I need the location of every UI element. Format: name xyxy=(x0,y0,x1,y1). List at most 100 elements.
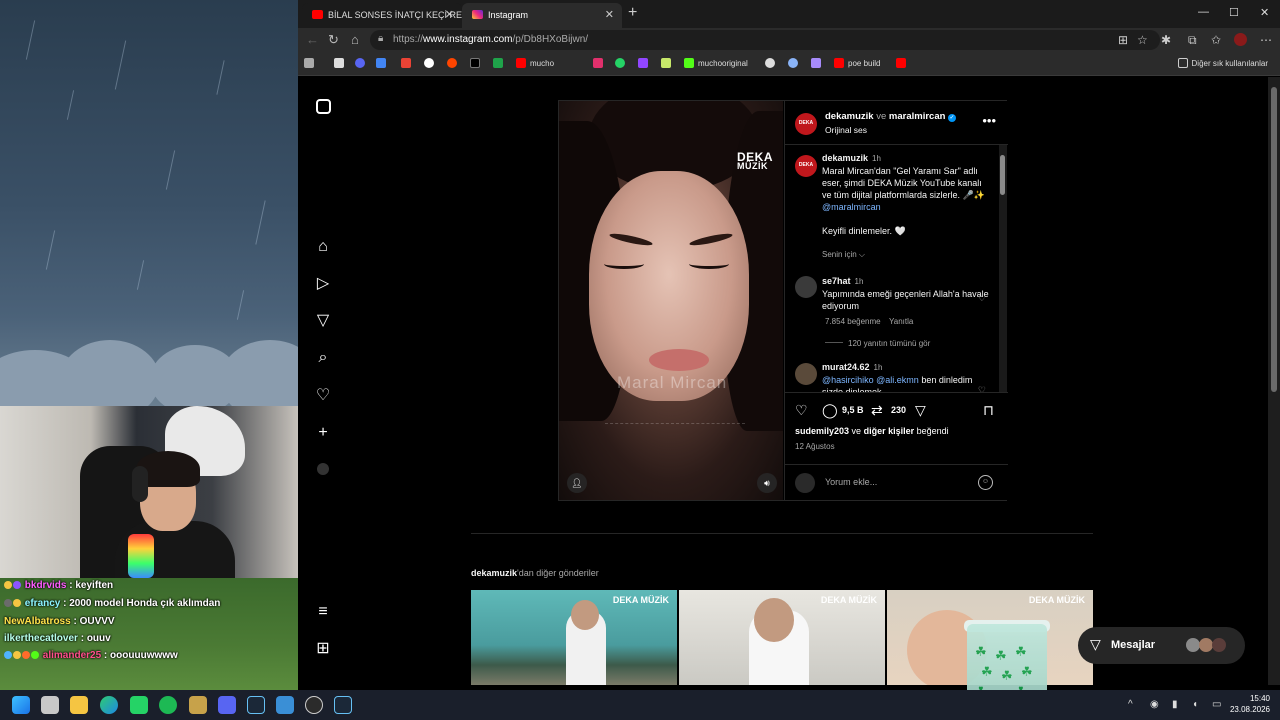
messages-button[interactable]: ▽ Mesajlar xyxy=(1078,627,1245,664)
mic-icon[interactable]: ▮ xyxy=(1172,699,1178,710)
avatar[interactable]: DEKA xyxy=(795,113,817,135)
minimize-icon[interactable]: — xyxy=(1198,6,1209,18)
post-authors[interactable]: dekamuzik ve maralmircan ✓ xyxy=(825,111,957,122)
avatar[interactable] xyxy=(795,363,817,385)
app-icon[interactable] xyxy=(276,696,294,714)
close-tab-icon[interactable]: ✕ xyxy=(605,8,614,21)
close-tab-icon[interactable]: ✕ xyxy=(445,8,454,21)
volume-icon[interactable]: 🔊︎ xyxy=(757,473,777,493)
liked-by-others[interactable]: diğer kişiler xyxy=(864,426,915,436)
page-scrollbar[interactable] xyxy=(1268,77,1280,685)
more-post-thumbnail[interactable]: DEKA MÜZİK xyxy=(679,590,885,685)
tagged-user-icon[interactable]: 👤︎ xyxy=(567,473,587,493)
search-icon[interactable]: ⌕ xyxy=(312,347,334,369)
emoji-icon[interactable]: ☺ xyxy=(978,475,993,490)
bookmark-icon[interactable] xyxy=(811,58,825,68)
home-icon[interactable]: ⌂ xyxy=(312,236,334,258)
notification-icon[interactable]: ▭ xyxy=(1212,699,1221,710)
save-bookmark-icon[interactable]: ⊓ xyxy=(983,402,994,419)
system-clock[interactable]: 15:40 23.08.2026 xyxy=(1230,693,1270,715)
like-heart-icon[interactable]: ♡ xyxy=(795,402,808,419)
x-icon[interactable] xyxy=(470,58,484,68)
home-icon[interactable]: ⌂ xyxy=(351,32,359,47)
translate-toggle[interactable]: Senin için ⌵ xyxy=(822,250,865,260)
whatsapp-icon[interactable] xyxy=(130,696,148,714)
refresh-icon[interactable]: ↻ xyxy=(328,32,339,48)
google-icon[interactable] xyxy=(424,58,438,68)
instagram-icon[interactable] xyxy=(593,58,607,68)
bookmark-icon[interactable] xyxy=(661,58,675,68)
comment-icon[interactable]: ◯ xyxy=(822,402,838,419)
notifications-heart-icon[interactable]: ♡ xyxy=(312,385,334,407)
comment-username[interactable]: murat24.62 xyxy=(822,362,870,372)
post-date[interactable]: 12 Ağustos xyxy=(795,442,835,451)
bookmark-mucho[interactable]: mucho xyxy=(516,58,554,68)
address-bar[interactable]: 🔒︎ https://www.instagram.com/p/Db8HXoBij… xyxy=(370,30,1160,50)
like-comment-heart-icon[interactable]: ♡ xyxy=(978,385,986,392)
caption-username[interactable]: dekamuzik xyxy=(822,153,868,163)
close-window-icon[interactable]: ✕ xyxy=(1260,6,1269,19)
bookmark-icon[interactable] xyxy=(355,58,369,68)
file-explorer-icon[interactable] xyxy=(70,696,88,714)
liked-by-user[interactable]: sudemily203 xyxy=(795,426,849,436)
bookmark-icon[interactable] xyxy=(493,58,507,68)
favorites-icon[interactable]: ✩ xyxy=(1211,33,1221,47)
profile-avatar[interactable] xyxy=(1234,33,1247,46)
share-icon[interactable]: ▽ xyxy=(915,402,926,419)
more-posts-user[interactable]: dekamuzik xyxy=(471,568,517,578)
more-menu-icon[interactable]: ≡ xyxy=(312,601,334,623)
direct-icon[interactable]: ▽ xyxy=(312,310,334,332)
reels-icon[interactable]: ▷ xyxy=(312,273,334,295)
youtube-icon[interactable] xyxy=(896,58,910,68)
caption-mention[interactable]: @maralmircan xyxy=(822,202,881,212)
add-comment-input[interactable]: Yorum ekle... xyxy=(825,477,877,487)
repost-icon[interactable]: ⇄ xyxy=(871,402,883,419)
tray-chevron-icon[interactable]: ^ xyxy=(1128,699,1133,710)
favorite-star-icon[interactable]: ☆ xyxy=(1137,33,1148,47)
liked-by[interactable]: sudemily203 ve diğer kişiler beğendi xyxy=(795,426,949,436)
edge-icon[interactable] xyxy=(100,696,118,714)
network-icon[interactable]: ◉ xyxy=(1150,699,1159,710)
twitch-icon[interactable] xyxy=(638,58,652,68)
profile-icon[interactable] xyxy=(312,460,334,482)
back-icon[interactable]: ← xyxy=(306,32,319,47)
bookmark-icon[interactable] xyxy=(376,58,390,68)
original-audio-link[interactable]: Orijinal ses xyxy=(825,125,867,135)
bookmark-muchooriginal[interactable]: muchooriginal xyxy=(684,58,748,68)
steam-icon[interactable] xyxy=(247,696,265,714)
comments-scrollbar[interactable] xyxy=(999,145,1007,392)
view-replies-button[interactable]: 120 yanıtın tümünü gör xyxy=(825,339,930,348)
discord-icon[interactable] xyxy=(218,696,236,714)
instagram-logo-icon[interactable] xyxy=(312,99,334,121)
spotify-icon[interactable] xyxy=(159,696,177,714)
menu-icon[interactable]: ⋯ xyxy=(1260,33,1272,47)
windows-start-icon[interactable] xyxy=(12,696,30,714)
other-favorites[interactable]: Diğer sık kullanılanlar xyxy=(1177,58,1268,68)
bookmark-icon[interactable] xyxy=(788,58,802,68)
gmail-icon[interactable] xyxy=(401,58,415,68)
author-username[interactable]: dekamuzik xyxy=(825,111,874,122)
obs-icon[interactable] xyxy=(305,696,323,714)
comment-mentions[interactable]: @hasircihiko @ali.ekmn xyxy=(822,375,919,385)
more-options-icon[interactable]: ••• xyxy=(982,113,996,128)
new-tab-button[interactable]: + xyxy=(628,4,637,22)
avatar[interactable]: DEKA xyxy=(795,155,817,177)
whatsapp-icon[interactable] xyxy=(615,58,629,68)
reply-button[interactable]: Yanıtla xyxy=(889,317,913,326)
steam-icon[interactable] xyxy=(334,696,352,714)
reel-video[interactable]: DEKA MÜZİK Maral Mircan 👤︎ 🔊︎ xyxy=(559,101,783,500)
bookmark-icon[interactable] xyxy=(334,58,348,68)
maximize-icon[interactable]: ☐ xyxy=(1229,6,1239,19)
extensions-icon[interactable]: ✱ xyxy=(1161,33,1171,47)
folder-icon[interactable] xyxy=(189,696,207,714)
collections-icon[interactable]: ⧉ xyxy=(1188,33,1197,48)
bookmark-poe-build[interactable]: poe build xyxy=(834,58,880,68)
volume-icon[interactable]: ◖ xyxy=(1192,699,1198,710)
create-icon[interactable]: + xyxy=(312,422,334,444)
split-screen-icon[interactable]: ⊞ xyxy=(1118,33,1128,47)
comment-likes[interactable]: 7.854 beğenme xyxy=(825,317,881,326)
also-from-meta-icon[interactable]: ⊞ xyxy=(312,638,334,660)
like-comment-heart-icon[interactable]: ♡ xyxy=(978,293,986,304)
tab-youtube[interactable]: BİLAL SONSES İNATÇI KEÇİ REMİX ✕ xyxy=(302,3,462,28)
task-view-icon[interactable] xyxy=(41,696,59,714)
